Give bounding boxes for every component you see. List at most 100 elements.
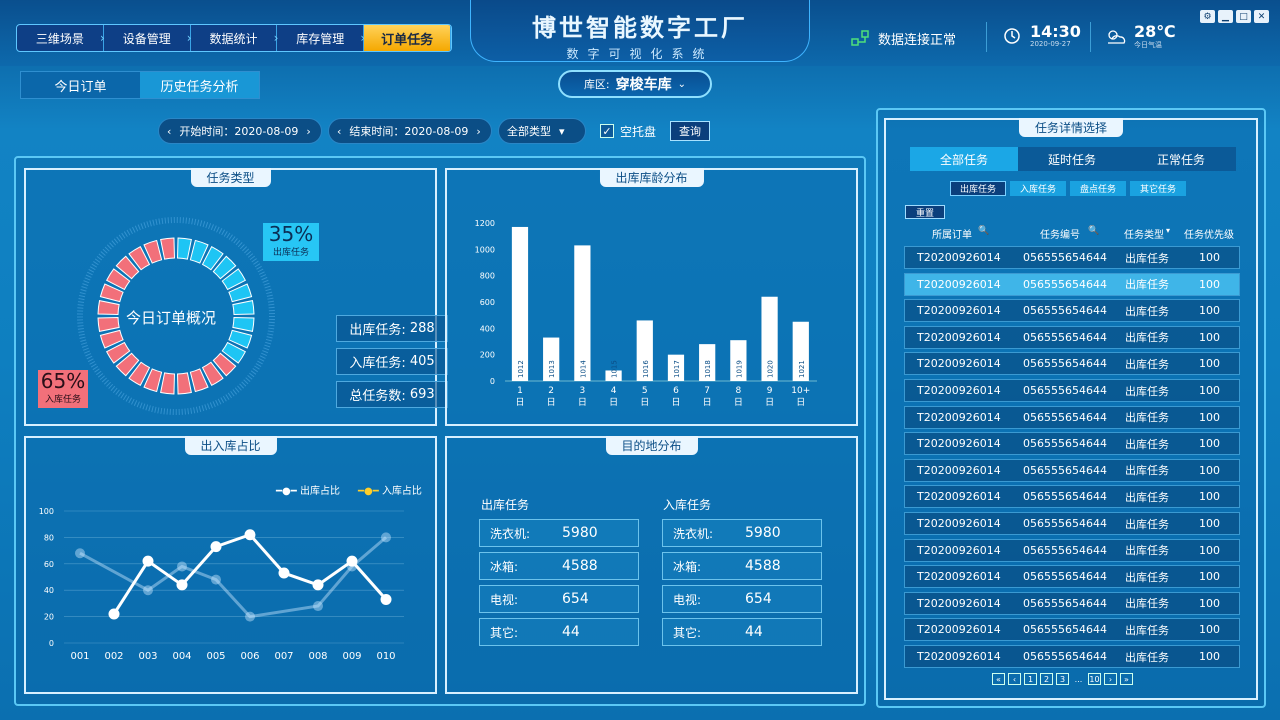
table-row[interactable]: T20200926014 056555654644 出库任务 100	[904, 645, 1240, 668]
table-row[interactable]: T20200926014 056555654644 出库任务 100	[904, 272, 1240, 296]
chevron-left-icon[interactable]: ‹	[337, 125, 341, 138]
checkbox-label: 空托盘	[620, 124, 657, 139]
tab-today-orders[interactable]: 今日订单	[21, 72, 140, 98]
search-icon[interactable]: 🔍	[1088, 226, 1099, 236]
cell-order: T20200926014	[917, 277, 1001, 291]
subtab-out[interactable]: 出库任务	[950, 181, 1006, 196]
series-point	[380, 593, 392, 605]
cell-priority: 100	[1199, 517, 1220, 530]
cell-order: T20200926014	[917, 357, 1001, 371]
cell-code: 056555654644	[1023, 623, 1107, 637]
cell-type: 出库任务	[1125, 544, 1169, 558]
pager-item[interactable]: ›	[1104, 673, 1117, 685]
donut-segment-in	[160, 372, 175, 395]
tab-history-analysis[interactable]: 历史任务分析	[140, 72, 259, 98]
pager-item[interactable]: »	[1120, 673, 1133, 685]
checkbox[interactable]: ✓	[600, 124, 614, 138]
close-button[interactable]: ✕	[1254, 10, 1269, 23]
y-tick-label: 200	[480, 351, 495, 360]
table-row[interactable]: T20200926014 056555654644 出库任务 100	[904, 618, 1240, 642]
table-row[interactable]: T20200926014 056555654644 出库任务 100	[904, 458, 1240, 482]
settings-icon[interactable]: ⚙	[1200, 10, 1215, 23]
divider	[1090, 22, 1091, 52]
dest-value: 5980	[562, 525, 598, 541]
tab-all-tasks[interactable]: 全部任务	[910, 147, 1018, 171]
type-select[interactable]: 全部类型 ▾	[498, 118, 586, 144]
table-row[interactable]: T20200926014 056555654644 出库任务 100	[904, 246, 1240, 269]
table-row[interactable]: T20200926014 056555654644 出库任务 100	[904, 405, 1240, 429]
subtab-in[interactable]: 入库任务	[1010, 181, 1066, 196]
caret-down-icon[interactable]: ▾	[1166, 226, 1170, 235]
nav-item-stats[interactable]: 数据统计 ›	[191, 25, 278, 51]
col-order[interactable]: 所属订单	[932, 226, 972, 241]
cell-order: T20200926014	[917, 543, 1001, 557]
dest-key: 电视:	[490, 592, 519, 607]
subtab-other[interactable]: 其它任务	[1130, 181, 1186, 196]
end-date-picker[interactable]: ‹ 结束时间：2020-08-09 ›	[328, 118, 492, 144]
empty-pallet-toggle[interactable]: ✓ 空托盘	[600, 123, 656, 140]
date-text: 2020-09-27	[1030, 40, 1071, 48]
x-tick-label: 10+	[791, 386, 810, 396]
pager-item[interactable]: «	[992, 673, 1005, 685]
dest-value: 44	[562, 624, 580, 640]
series-point	[346, 555, 358, 567]
col-code[interactable]: 任务编号	[1040, 226, 1080, 241]
nav-item-stock[interactable]: 库存管理 ›	[277, 25, 365, 51]
tab-normal-tasks[interactable]: 正常任务	[1126, 147, 1236, 171]
pager-item[interactable]: 2	[1040, 673, 1053, 685]
cell-order: T20200926014	[917, 410, 1001, 424]
table-row[interactable]: T20200926014 056555654644 出库任务 100	[904, 325, 1240, 349]
dest-key: 电视:	[673, 592, 702, 607]
table-row[interactable]: T20200926014 056555654644 出库任务 100	[904, 352, 1240, 376]
cell-code: 056555654644	[1023, 277, 1107, 291]
nav-item-device[interactable]: 设备管理 ›	[104, 25, 192, 51]
nav-item-orders[interactable]: 订单任务	[364, 25, 451, 51]
cell-priority: 100	[1199, 623, 1220, 637]
reset-button[interactable]: 重置	[905, 205, 945, 219]
x-tick-label: 009	[342, 651, 361, 662]
table-row[interactable]: T20200926014 056555654644 出库任务 100	[904, 512, 1240, 535]
bar-label: 1019	[735, 360, 743, 378]
dest-in-row: 电视: 654	[662, 585, 822, 613]
table-row[interactable]: T20200926014 056555654644 出库任务 100	[904, 591, 1240, 615]
x-tick-label: 003	[138, 651, 157, 662]
chevron-left-icon[interactable]: ‹	[167, 125, 171, 138]
chevron-right-icon[interactable]: ›	[476, 125, 480, 138]
table-row[interactable]: T20200926014 056555654644 出库任务 100	[904, 299, 1240, 323]
col-priority[interactable]: 任务优先级	[1184, 226, 1234, 241]
pager-item[interactable]: 10	[1088, 673, 1101, 685]
dest-out-title: 出库任务	[481, 498, 530, 512]
chevron-right-icon[interactable]: ›	[306, 125, 310, 138]
nav-item-3d[interactable]: 三维场景 ›	[17, 25, 105, 51]
cell-type: 出库任务	[1125, 464, 1169, 478]
bar-label: 1014	[579, 360, 587, 378]
bar-label: 1021	[798, 360, 806, 378]
minimize-button[interactable]: ▁	[1218, 10, 1233, 23]
table-row[interactable]: T20200926014 056555654644 出库任务 100	[904, 538, 1240, 562]
col-type[interactable]: 任务类型	[1124, 226, 1164, 241]
table-row[interactable]: T20200926014 056555654644 出库任务 100	[904, 432, 1240, 456]
dest-out-row: 洗衣机: 5980	[479, 519, 639, 547]
cell-priority: 100	[1199, 277, 1220, 291]
warehouse-select[interactable]: 库区: 穿梭车库 ⌄	[558, 70, 712, 98]
table-row[interactable]: T20200926014 056555654644 出库任务 100	[904, 379, 1240, 402]
pager-item[interactable]: 1	[1024, 673, 1037, 685]
pager-item[interactable]: 3	[1056, 673, 1069, 685]
stat-label: 出库任务:	[349, 323, 406, 338]
query-button[interactable]: 查询	[670, 121, 711, 141]
search-icon[interactable]: 🔍	[978, 226, 989, 236]
subtab-check[interactable]: 盘点任务	[1070, 181, 1126, 196]
connection-text: 数据连接正常	[878, 32, 957, 48]
cell-type: 出库任务	[1125, 517, 1169, 531]
maximize-button[interactable]: □	[1236, 10, 1251, 23]
main-nav: 三维场景 › 设备管理 › 数据统计 › 库存管理 › 订单任务	[16, 24, 452, 52]
start-date-picker[interactable]: ‹ 开始时间：2020-08-09 ›	[158, 118, 322, 144]
table-row[interactable]: T20200926014 056555654644 出库任务 100	[904, 565, 1240, 589]
series-point	[177, 561, 187, 572]
pager-item[interactable]: ‹	[1008, 673, 1021, 685]
tab-delayed-tasks[interactable]: 延时任务	[1018, 147, 1126, 171]
dest-value: 654	[562, 591, 589, 607]
title-block: 博世智能数字工厂 数字可视化系统	[470, 0, 810, 62]
cell-priority: 100	[1199, 384, 1220, 397]
table-row[interactable]: T20200926014 056555654644 出库任务 100	[904, 485, 1240, 509]
